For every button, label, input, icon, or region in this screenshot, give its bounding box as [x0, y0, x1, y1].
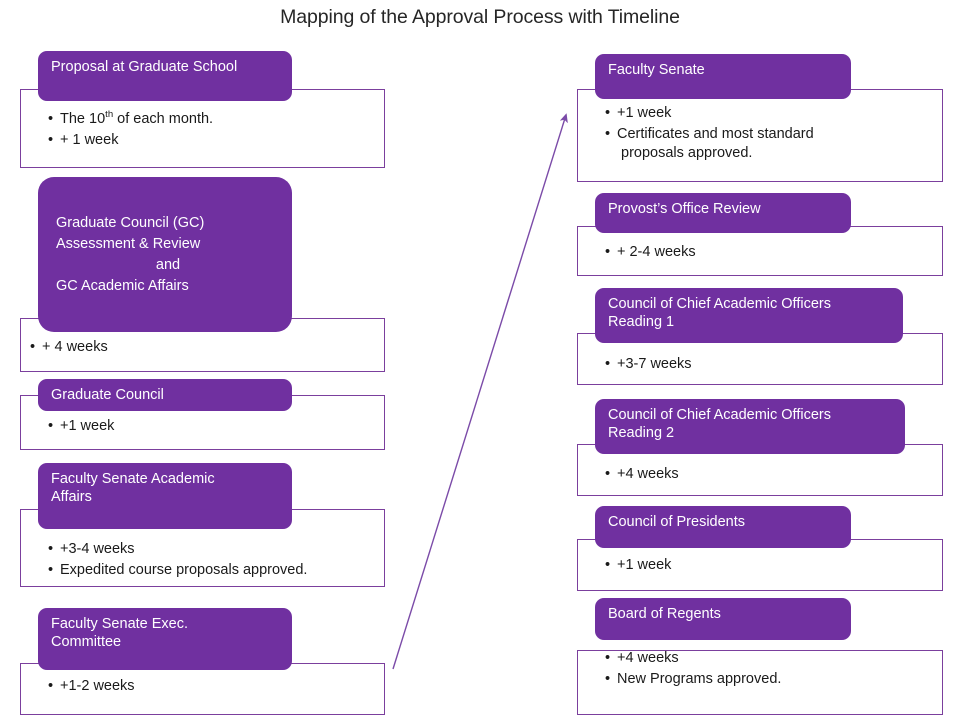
bullet-item: The 10th of each month.	[48, 110, 378, 130]
step-bullets-council-of-chief-academic-officers-reading-1: +3-7 weeks	[605, 355, 935, 376]
step-header-line: Council of Chief Academic Officers	[608, 407, 831, 423]
step-header-council-of-chief-academic-officers-reading-1[interactable]: Council of Chief Academic Officers Readin…	[595, 288, 903, 343]
step-header-board-of-regents[interactable]: Board of Regents	[595, 598, 851, 640]
step-header-line: Council of Presidents	[608, 514, 746, 530]
approval-process-diagram: Mapping of the Approval Process with Tim…	[0, 0, 960, 720]
bullet-item: New Programs approved.	[605, 670, 935, 690]
step-header-line: Faculty Senate Academic	[51, 471, 215, 487]
bullet-item: +1 week	[48, 417, 378, 437]
step-header-line: Faculty Senate Exec.	[51, 616, 189, 632]
bullet-item: +1 week	[605, 556, 935, 576]
step-header-provosts-office-review[interactable]: Provost’s Office Review	[595, 193, 851, 233]
step-header-line: Committee	[51, 634, 122, 650]
step-header-faculty-senate-exec-committee[interactable]: Faculty Senate Exec. Committee	[38, 608, 292, 670]
step-header-line: Graduate Council (GC)	[56, 214, 205, 231]
step-header-line: GC Academic Affairs	[56, 277, 189, 294]
bullet-item: + 2-4 weeks	[605, 243, 935, 263]
bullet-item: + 4 weeks	[30, 338, 360, 358]
step-bullets-council-of-chief-academic-officers-reading-2: +4 weeks	[605, 465, 935, 486]
bullet-item: Expedited course proposals approved.	[48, 561, 378, 581]
step-bullets-board-of-regents: +4 weeksNew Programs approved.	[605, 649, 935, 690]
step-header-line: Proposal at Graduate School	[51, 59, 238, 75]
step-header-line: Assessment & Review	[56, 235, 201, 252]
bullet-item: +4 weeks	[605, 465, 935, 485]
step-header-proposal-at-graduate-school[interactable]: Proposal at Graduate School	[38, 51, 292, 101]
step-bullets-proposal-at-graduate-school: The 10th of each month.+ 1 week	[48, 110, 378, 151]
step-bullets-provosts-office-review: + 2-4 weeks	[605, 243, 935, 264]
bullet-item: +4 weeks	[605, 649, 935, 669]
step-header-line: Graduate Council	[51, 387, 164, 403]
bullet-item: Certificates and most standard proposals…	[605, 125, 935, 164]
step-header-line: Board of Regents	[608, 606, 721, 622]
step-bullets-council-of-presidents: +1 week	[605, 556, 935, 577]
step-header-line: Faculty Senate	[608, 62, 705, 78]
step-header-council-of-chief-academic-officers-reading-2[interactable]: Council of Chief Academic Officers Readin…	[595, 399, 905, 454]
bullet-item: +3-4 weeks	[48, 540, 378, 560]
bullet-item: + 1 week	[48, 131, 378, 151]
step-bullets-faculty-senate-academic-affairs: +3-4 weeksExpedited course proposals app…	[48, 540, 378, 581]
step-header-line: and	[155, 256, 181, 273]
step-header-line: Reading 1	[608, 314, 675, 330]
step-header-line: Provost’s Office Review	[608, 201, 761, 217]
step-header-graduate-council-assessment-review[interactable]: Graduate Council (GC) Assessment & Review…	[38, 177, 292, 332]
bullet-item: +3-7 weeks	[605, 355, 935, 375]
step-header-faculty-senate-academic-affairs[interactable]: Faculty Senate Academic Affairs	[38, 463, 292, 529]
step-header-graduate-council[interactable]: Graduate Council	[38, 379, 292, 411]
bullet-item: +1 week	[605, 104, 935, 124]
step-bullets-faculty-senate-exec-committee: +1-2 weeks	[48, 677, 378, 698]
step-bullets-graduate-council-assessment-review: + 4 weeks	[30, 338, 360, 359]
step-header-line: Affairs	[51, 489, 92, 505]
step-bullets-faculty-senate: +1 weekCertificates and most standard pr…	[605, 104, 935, 165]
step-header-line: Council of Chief Academic Officers	[608, 296, 831, 312]
step-header-line: Reading 2	[608, 425, 675, 441]
bullet-item: +1-2 weeks	[48, 677, 378, 697]
page-title: Mapping of the Approval Process with Tim…	[280, 6, 680, 28]
step-header-council-of-presidents[interactable]: Council of Presidents	[595, 506, 851, 548]
step-header-faculty-senate[interactable]: Faculty Senate	[595, 54, 851, 99]
step-bullets-graduate-council: +1 week	[48, 417, 378, 438]
flow-arrow	[392, 113, 568, 670]
